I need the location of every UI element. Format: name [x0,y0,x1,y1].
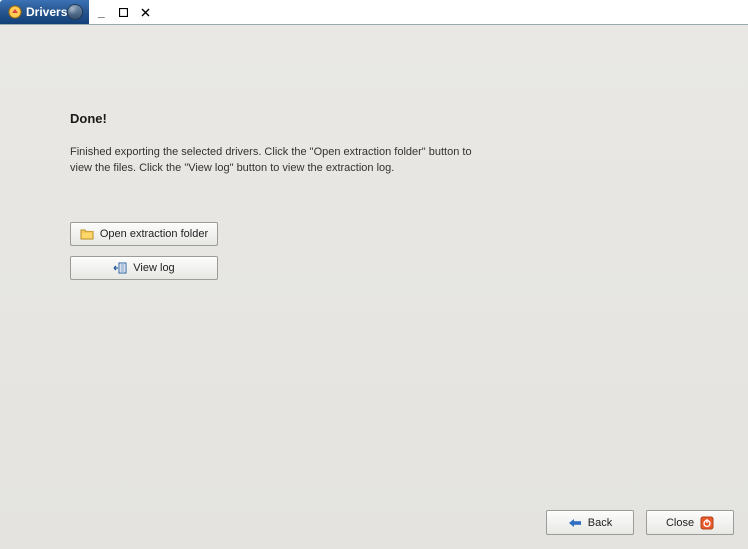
view-log-button[interactable]: View log [70,256,218,280]
back-arrow-icon [568,518,582,528]
close-window-button[interactable] [139,6,151,18]
page-title: Done! [70,111,688,126]
close-button[interactable]: Close [646,510,734,535]
body-text: Finished exporting the selected drivers.… [70,144,480,176]
log-icon [113,262,127,274]
open-extraction-folder-button[interactable]: Open extraction folder [70,222,218,246]
titlebar: Drivers [0,0,89,24]
open-extraction-folder-label: Open extraction folder [100,228,208,240]
window-title: Drivers [26,5,67,19]
maximize-button[interactable] [117,6,129,18]
close-power-icon [700,516,714,530]
folder-icon [80,228,94,240]
minimize-button[interactable]: _ [95,6,107,18]
view-log-label: View log [133,262,174,274]
orb-icon [67,4,83,20]
back-label: Back [588,517,612,529]
window-controls: _ [89,0,157,24]
back-button[interactable]: Back [546,510,634,535]
app-icon [8,5,22,19]
content-area: Done! Finished exporting the selected dr… [0,24,748,549]
close-label: Close [666,517,694,529]
